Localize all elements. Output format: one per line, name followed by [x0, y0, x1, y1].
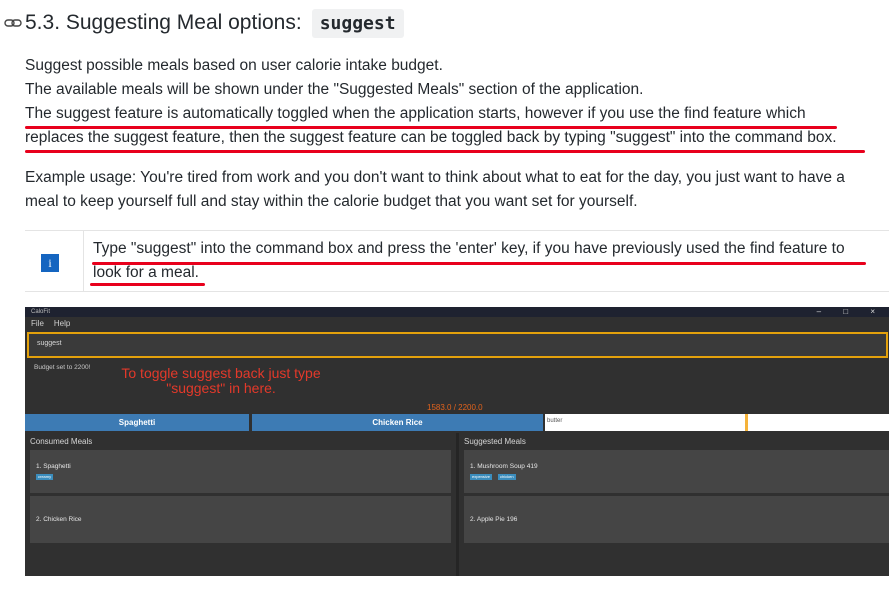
meal-tag: chicken — [498, 474, 516, 480]
bar-meal-spaghetti: Spaghetti — [25, 414, 249, 431]
window-controls[interactable]: – □ × — [817, 307, 885, 317]
bar-extra-text: butter — [547, 418, 563, 424]
result-display: Budget set to 2200! — [34, 364, 91, 371]
meal-tag: creamy — [36, 474, 54, 480]
info-icon: i — [41, 254, 59, 272]
menu-help[interactable]: Help — [54, 319, 70, 328]
annotation-line-2: "suggest" in here. — [166, 380, 276, 396]
consumed-meal-name: 1. Spaghetti — [36, 463, 71, 470]
consumed-card-2[interactable]: 2. Chicken Rice — [30, 496, 451, 543]
suggested-meal-name: 2. Apple Pie 196 — [470, 516, 518, 523]
description-line-2: The available meals will be shown under … — [25, 81, 644, 98]
suggested-card-2[interactable]: 2. Apple Pie 196 — [464, 496, 889, 543]
app-menubar: File Help — [25, 319, 74, 328]
example-line-2: meal to keep yourself full and stay with… — [25, 193, 638, 210]
tip-line-1: Type "suggest" into the command box and … — [93, 240, 845, 257]
budget-readout: 1583.0 / 2200.0 — [427, 403, 483, 412]
app-title: CaloFit — [31, 309, 51, 315]
tip-text: Type "suggest" into the command box and … — [93, 237, 845, 285]
menu-file[interactable]: File — [31, 319, 44, 328]
consumed-meal-name: 2. Chicken Rice — [36, 516, 82, 523]
description-paragraph: Suggest possible meals based on user cal… — [25, 54, 887, 150]
heading-command-code: suggest — [311, 8, 404, 38]
red-underline-4 — [90, 283, 205, 286]
consumed-meals-title: Consumed Meals — [30, 437, 93, 446]
suggested-meal-name: 1. Mushroom Soup 419 — [470, 463, 538, 470]
bar-remaining: butter — [545, 414, 889, 431]
meal-bar: Spaghetti Chicken Rice butter — [25, 414, 889, 431]
description-line-1: Suggest possible meals based on user cal… — [25, 57, 443, 74]
suggested-meals-title: Suggested Meals — [464, 437, 526, 446]
app-screenshot: CaloFit – □ × File Help suggest Budget se… — [25, 307, 889, 576]
panel-divider — [456, 433, 459, 576]
description-line-3: The suggest feature is automatically tog… — [25, 105, 806, 122]
bar-meal-chicken-rice: Chicken Rice — [252, 414, 543, 431]
annotation-line-1: To toggle suggest back just type — [121, 365, 321, 381]
consumed-card-1[interactable]: 1. Spaghetti creamy — [30, 450, 451, 493]
bar-marker — [745, 414, 748, 431]
link-icon[interactable] — [4, 16, 22, 30]
red-underline-1 — [25, 126, 837, 129]
description-line-4: replaces the suggest feature, then the s… — [25, 129, 837, 146]
tip-separator — [83, 231, 84, 291]
annotation-text: To toggle suggest back just type "sugges… — [111, 366, 331, 396]
example-line-1: Example usage: You're tired from work an… — [25, 169, 845, 186]
suggested-card-1[interactable]: 1. Mushroom Soup 419 expensive chicken — [464, 450, 889, 493]
red-underline-3 — [92, 262, 866, 265]
meal-tag: expensive — [470, 474, 493, 480]
heading-title: 5.3. Suggesting Meal options: — [25, 11, 302, 34]
red-underline-2 — [25, 150, 865, 153]
command-input-text[interactable]: suggest — [37, 340, 62, 347]
section-heading: 5.3. Suggesting Meal options: suggest — [4, 8, 404, 38]
example-paragraph: Example usage: You're tired from work an… — [25, 166, 887, 214]
app-titlebar: CaloFit – □ × — [25, 307, 889, 317]
command-box[interactable]: suggest — [27, 332, 888, 358]
